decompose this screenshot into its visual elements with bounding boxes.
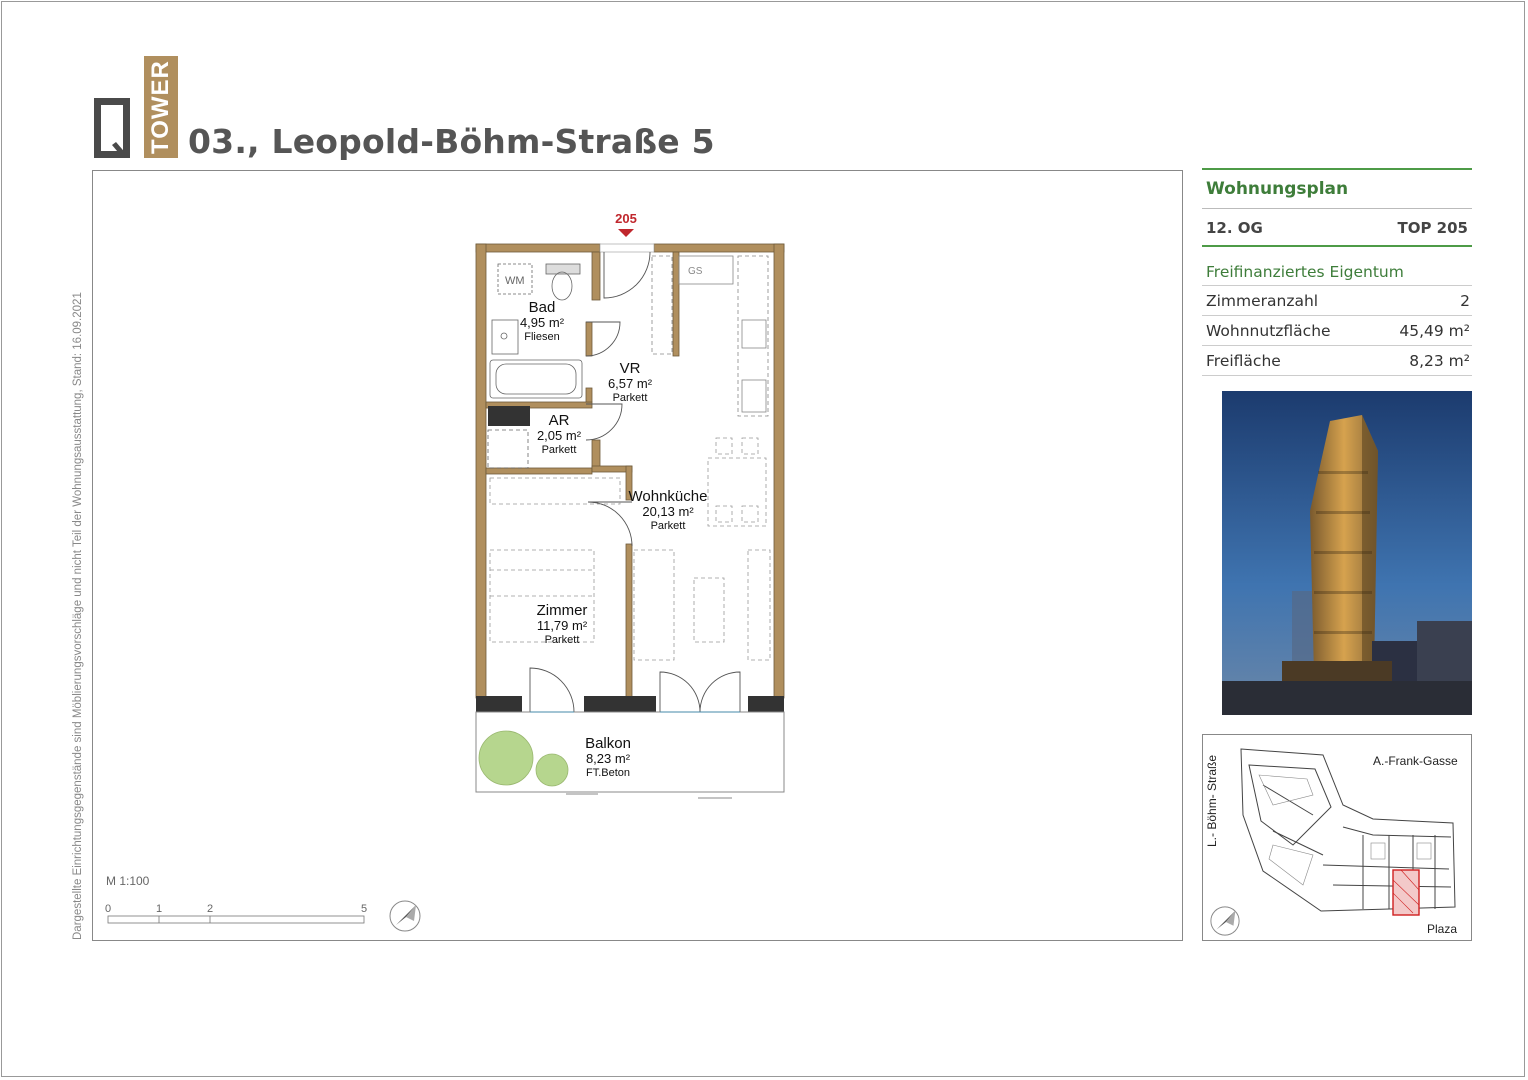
room-floor: FT.Beton (585, 767, 631, 780)
room-label-ar: AR 2,05 m² Parkett (527, 412, 591, 457)
info-value: 45,49 m² (1399, 322, 1470, 340)
washer-label: WM (505, 275, 525, 287)
room-label-zimmer: Zimmer 11,79 m² Parkett (526, 602, 598, 647)
scale-label: M 1:100 (106, 874, 150, 888)
site-plan: L.- Böhm- Straße A.-Frank-Gasse Plaza (1202, 734, 1472, 941)
panel-heading: Wohnungsplan (1206, 179, 1349, 199)
page-title: 03., Leopold-Böhm-Straße 5 (188, 122, 715, 161)
room-name: Bad (528, 299, 556, 316)
floor-level: 12. OG (1206, 219, 1263, 237)
tower-rendering-image (1222, 391, 1472, 715)
room-name: Wohnküche (628, 488, 708, 505)
info-row-rooms: Zimmeranzahl 2 (1202, 286, 1472, 316)
north-arrow-icon (389, 900, 421, 932)
room-name: AR (548, 412, 570, 429)
plant-large-icon (478, 730, 534, 786)
unit-number: TOP 205 (1397, 219, 1468, 237)
room-name: Zimmer (536, 602, 588, 619)
scale-bar: 0 1 2 5 (105, 903, 367, 924)
scale-tick-0: 0 (105, 903, 111, 915)
room-label-wohnkueche: Wohnküche 20,13 m² Parkett (622, 488, 714, 533)
room-area: 11,79 m² (536, 618, 588, 634)
stove-label: GS (688, 266, 703, 277)
room-floor: Parkett (612, 392, 648, 405)
street-label-left: L.- Böhm- Straße (1205, 754, 1219, 847)
plant-small-icon (535, 753, 569, 787)
entrance-arrow-icon (618, 229, 634, 237)
floor-unit-row: 12. OG TOP 205 (1202, 208, 1472, 245)
room-name: VR (619, 360, 641, 377)
scale-tick-1: 1 (156, 903, 162, 915)
info-label: Wohnnutzfläche (1206, 322, 1331, 340)
info-label: Freifläche (1206, 352, 1281, 370)
info-row-outdoor-area: Freifläche 8,23 m² (1202, 346, 1472, 376)
info-value: 2 (1460, 292, 1470, 310)
room-label-balkon: Balkon 8,23 m² FT.Beton (572, 735, 644, 780)
room-area: 2,05 m² (536, 428, 582, 444)
disclaimer-text: Dargestellte Einrichtungsgegenstände sin… (72, 292, 84, 940)
room-floor: Parkett (544, 634, 580, 647)
info-value: 8,23 m² (1409, 352, 1470, 370)
unit-marker-label: 205 (615, 211, 637, 226)
info-panel: Wohnungsplan 12. OG TOP 205 Freifinanzie… (1202, 168, 1472, 376)
unit-marker: 205 (611, 211, 641, 241)
room-floor: Parkett (541, 444, 577, 457)
room-area: 20,13 m² (642, 504, 694, 520)
scale-tick-2: 2 (207, 903, 213, 915)
logo-word: TOWER (147, 60, 174, 154)
info-row-living-area: Wohnnutzfläche 45,49 m² (1202, 316, 1472, 346)
info-label: Zimmeranzahl (1206, 292, 1319, 310)
room-area: 4,95 m² (519, 315, 565, 331)
room-area: 8,23 m² (585, 751, 631, 767)
north-arrow-icon (1210, 906, 1240, 936)
room-floor: Fliesen (524, 331, 560, 344)
room-label-bad: Bad 4,95 m² Fliesen (512, 299, 572, 344)
ownership-type: Freifinanziertes Eigentum (1202, 247, 1472, 286)
room-area: 6,57 m² (607, 376, 653, 392)
plaza-label: Plaza (1427, 922, 1458, 936)
room-floor: Parkett (650, 520, 686, 533)
scale-tick-5: 5 (361, 903, 367, 915)
room-label-vr: VR 6,57 m² Parkett (598, 360, 662, 405)
tower-logo: TOWER (92, 56, 182, 160)
street-label-top: A.-Frank-Gasse (1373, 754, 1458, 768)
room-name: Balkon (585, 735, 631, 752)
